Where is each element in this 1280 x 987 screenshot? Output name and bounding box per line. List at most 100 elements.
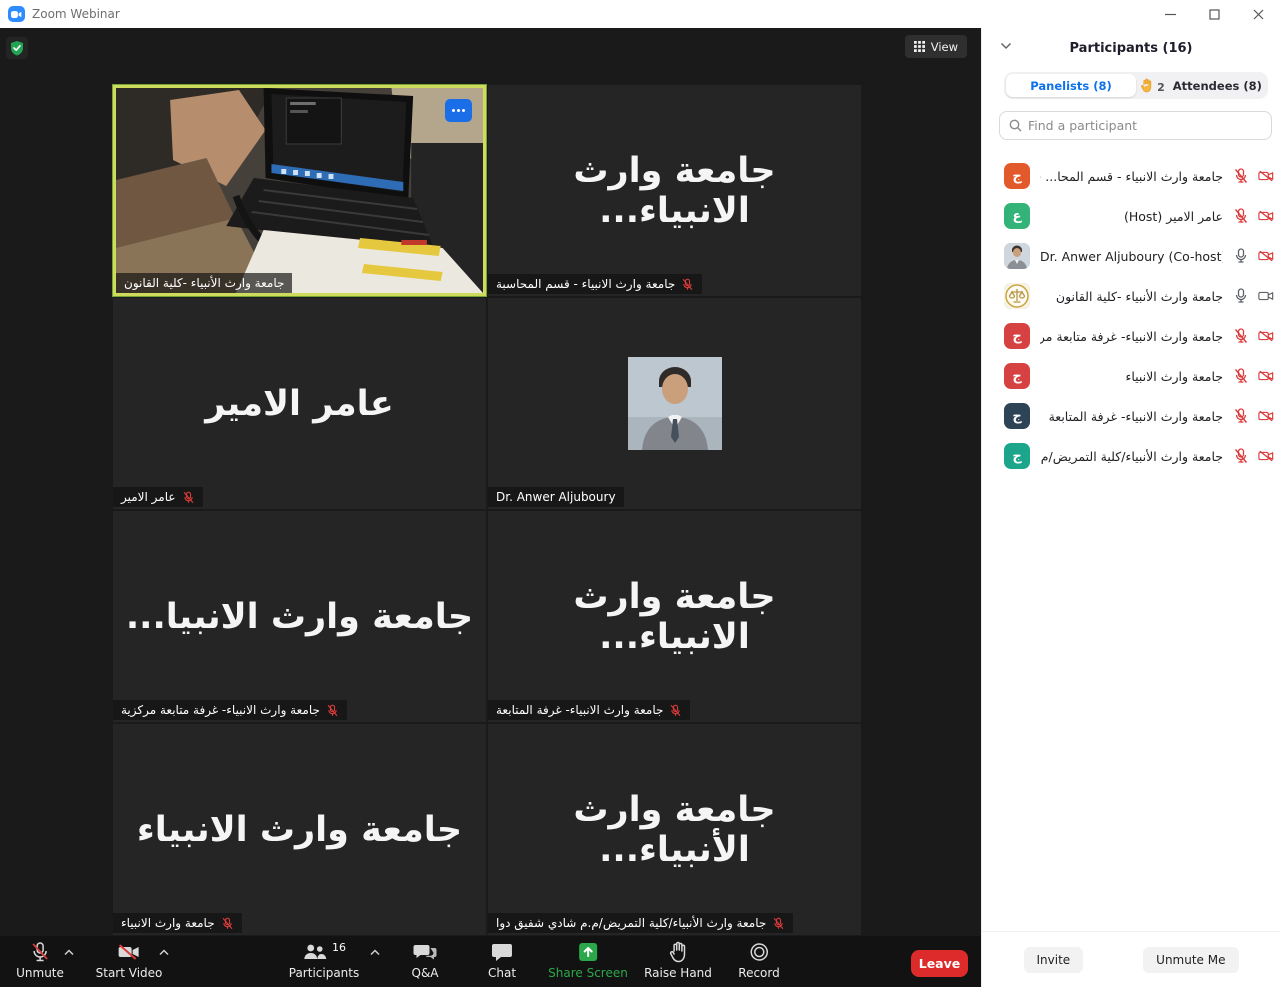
participant-list: ج جامعة وارث الانبياء - قسم المحا... (Me… [982, 156, 1280, 476]
unmute-button[interactable]: Unmute [16, 941, 64, 980]
tile-name-text: جامعة وارث الانبياء- غرفة متابعة مركزية [121, 703, 320, 717]
tab-attendees[interactable]: 2 Attendees (8) [1136, 74, 1266, 97]
leave-button[interactable]: Leave [911, 950, 968, 977]
avatar: ج [1004, 323, 1030, 349]
zoom-webinar-window: Zoom Webinar View [0, 0, 1280, 987]
video-tile[interactable]: جامعة وارث الأنبياء... جامعة وارث الأنبي… [488, 724, 861, 935]
tile-name-label: جامعة وارث الأنبياء -كلية القانون [116, 273, 292, 293]
mic-muted-icon [1233, 328, 1249, 344]
camera-off-icon [1258, 248, 1274, 264]
record-icon [749, 942, 769, 962]
tile-more-options-button[interactable] [445, 99, 472, 122]
participants-panel: Participants (16) Panelists (8) 2 Attend… [981, 28, 1280, 987]
camera-off-icon [1258, 328, 1274, 344]
minimize-button[interactable] [1148, 0, 1192, 28]
raised-hand-count: 2 [1157, 81, 1165, 94]
mic-muted-icon [1233, 168, 1249, 184]
avatar-photo [1004, 243, 1030, 269]
video-tile[interactable]: جامعة وارث الأنبياء -كلية القانون [113, 85, 486, 296]
tile-big-name: جامعة وارث الانبياء [113, 724, 486, 935]
qa-label: Q&A [411, 966, 438, 980]
camera-off-icon [1258, 208, 1274, 224]
unmute-options-chevron-icon[interactable] [64, 949, 74, 956]
camera-off-icon [1258, 168, 1274, 184]
video-tile[interactable]: Dr. Anwer Aljuboury [488, 298, 861, 509]
raised-hand-icon [1140, 78, 1153, 93]
close-button[interactable] [1236, 0, 1280, 28]
tile-name-text: Dr. Anwer Aljuboury [496, 490, 616, 504]
participant-row[interactable]: ج جامعة وارث الانبياء [982, 356, 1280, 396]
chat-button[interactable]: Chat [488, 941, 516, 980]
share-screen-button[interactable]: Share Screen [548, 941, 628, 980]
security-shield-icon[interactable] [6, 37, 28, 59]
participant-row[interactable]: ع عامر الامير (Host) [982, 196, 1280, 236]
participants-panel-title: Participants (16) [982, 41, 1280, 56]
participants-count-badge: 16 [332, 941, 346, 954]
participants-options-chevron-icon[interactable] [370, 949, 380, 956]
camera-off-icon [1258, 408, 1274, 424]
view-button-label: View [931, 40, 958, 54]
participants-label: Participants [289, 966, 360, 980]
participant-row[interactable]: جامعة وارث الأنبياء -كلية القانون [982, 276, 1280, 316]
participant-row[interactable]: ج جامعة وارث الانبياء- غرفة المتابعة [982, 396, 1280, 436]
grid-view-icon [914, 41, 925, 52]
start-video-button[interactable]: Start Video [96, 941, 163, 980]
tile-name-label: جامعة وارث الانبياء- غرفة متابعة مركزية [113, 700, 347, 720]
qa-button[interactable]: Q&A [411, 941, 438, 980]
view-button[interactable]: View [905, 35, 967, 58]
tile-big-name: جامعة وارث الأنبياء... [488, 724, 861, 935]
unmute-me-button[interactable]: Unmute Me [1143, 947, 1238, 973]
chat-label: Chat [488, 966, 516, 980]
tile-name-label: جامعة وارث الأنبياء/كلية التمريض/م.م شاد… [488, 913, 793, 933]
tile-big-name: جامعة وارث الانبياء... [488, 85, 861, 296]
titlebar: Zoom Webinar [0, 0, 1280, 28]
video-tile[interactable]: جامعة وارث الانبياء... جامعة وارث الانبي… [488, 85, 861, 296]
tab-panelists-label: Panelists (8) [1030, 79, 1111, 93]
avatar: ج [1004, 163, 1030, 189]
unmute-label: Unmute [16, 966, 64, 980]
tile-big-name: عامر الامير [113, 298, 486, 509]
record-button[interactable]: Record [738, 941, 779, 980]
participant-name: جامعة وارث الانبياء- غرفة المتابعة [1040, 409, 1223, 424]
participant-search[interactable] [999, 111, 1272, 140]
video-tile[interactable]: جامعة وارث الانبياء جامعة وارث الانبياء [113, 724, 486, 935]
invite-button[interactable]: Invite [1024, 947, 1084, 973]
mic-muted-icon [1233, 408, 1249, 424]
tab-panelists[interactable]: Panelists (8) [1006, 74, 1136, 97]
tile-name-text: جامعة وارث الانبياء [121, 916, 215, 930]
video-tile[interactable]: جامعة وارث الانبياء... جامعة وارث الانبي… [488, 511, 861, 722]
search-input[interactable] [1028, 118, 1262, 133]
maximize-button[interactable] [1192, 0, 1236, 28]
mic-on-icon [1233, 248, 1249, 264]
video-tile[interactable]: جامعة وارث الانبيا... جامعة وارث الانبيا… [113, 511, 486, 722]
muted-mic-icon [182, 491, 195, 504]
participant-name: جامعة وارث الانبياء- غرفة متابعة مرك... [1040, 329, 1223, 344]
participant-row[interactable]: ج جامعة وارث الأنبياء/كلية التمريض/م.م..… [982, 436, 1280, 476]
profile-photo [628, 357, 722, 450]
participant-name: جامعة وارث الأنبياء -كلية القانون [1040, 289, 1223, 304]
participant-name: جامعة وارث الانبياء [1040, 369, 1223, 384]
tile-name-label: جامعة وارث الانبياء - قسم المحاسبة [488, 274, 702, 294]
participant-row[interactable]: ج جامعة وارث الانبياء- غرفة متابعة مرك..… [982, 316, 1280, 356]
video-grid: جامعة وارث الأنبياء -كلية القانون جامعة … [113, 85, 861, 935]
raise-hand-button[interactable]: Raise Hand [644, 941, 712, 980]
participants-button[interactable]: 16 Participants [289, 941, 360, 980]
video-options-chevron-icon[interactable] [159, 949, 169, 956]
participant-name: عامر الامير (Host) [1040, 209, 1223, 224]
tile-name-label: عامر الامير [113, 487, 203, 507]
meeting-area: View [0, 28, 981, 987]
video-tile[interactable]: عامر الامير عامر الامير [113, 298, 486, 509]
meeting-toolbar: Unmute Start Video 16 Participants Q&A [0, 936, 981, 987]
participants-icon [302, 942, 328, 962]
tile-name-label: جامعة وارث الانبياء [113, 913, 242, 933]
tile-name-text: جامعة وارث الأنبياء -كلية القانون [124, 276, 284, 290]
tile-name-label: جامعة وارث الانبياء- غرفة المتابعة [488, 700, 690, 720]
participant-row[interactable]: ج جامعة وارث الانبياء - قسم المحا... (Me… [982, 156, 1280, 196]
participant-row[interactable]: Dr. Anwer Aljuboury (Co-host) [982, 236, 1280, 276]
avatar-logo [1004, 283, 1030, 309]
camera-on-icon [1258, 288, 1274, 304]
panel-footer: Invite Unmute Me [982, 931, 1280, 987]
window-title: Zoom Webinar [32, 7, 120, 21]
tile-name-text: جامعة وارث الأنبياء/كلية التمريض/م.م شاد… [496, 916, 766, 930]
mic-on-icon [1233, 288, 1249, 304]
